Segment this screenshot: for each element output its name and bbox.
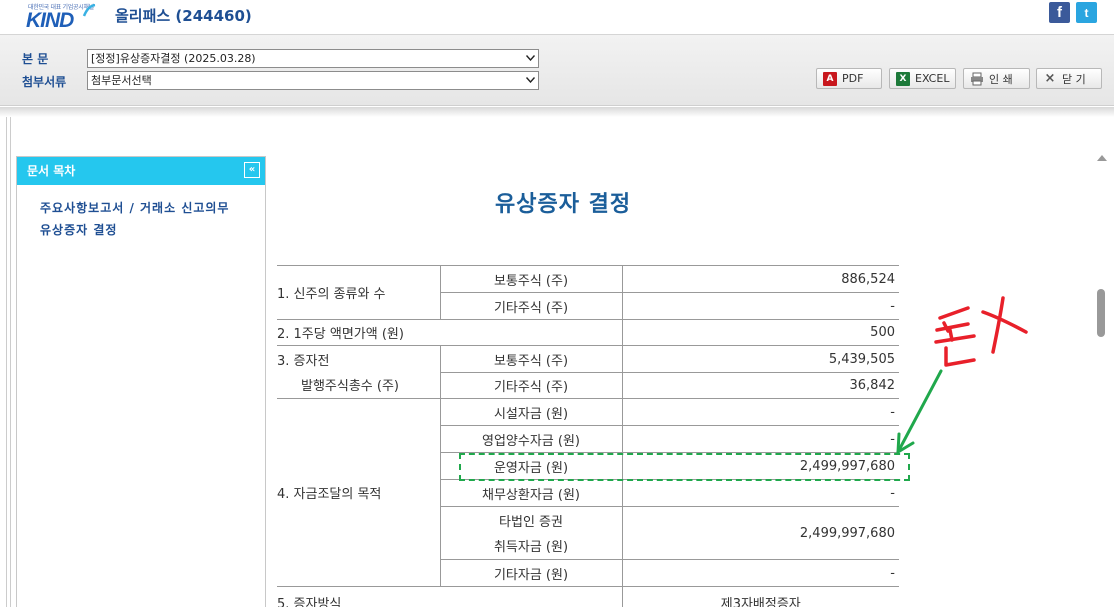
document-title: 유상증자 결정 [495,192,632,217]
chevron-down-icon [526,55,535,61]
row-sublabel: 영업양수자금 (원) [439,425,623,453]
viewer-window: { "header": { "logo_tagline": "대한민국 대표 기… [0,0,1114,607]
disclosure-table: 1. 신주의 종류와 수 보통주식 (주) 886,524 기타주식 (주) -… [277,265,899,607]
row-value: 36,842 [621,372,899,399]
row-value: - [621,425,899,453]
table-row: 2. 1주당 액면가액 (원) 500 [277,319,899,346]
row-label: 2. 1주당 액면가액 (원) [277,319,623,346]
row-value: 제3자배정증자 [621,586,899,607]
row-sublabel: 채무상환자금 (원) [439,479,623,507]
excel-button[interactable]: X EXCEL [889,68,956,89]
divider-shadow [0,107,1114,117]
row-value: - [621,398,899,426]
row-value: - [621,292,899,320]
main-label: 본 문 [22,52,49,66]
arrow-icon [896,369,943,454]
row-label: 4. 자금조달의 목적 [277,398,441,587]
attachment-select[interactable]: 첨부문서선택 [87,71,539,90]
toc-panel: 문서 목차 « 주요사항보고서 / 거래소 신고의무 유상증자 결정 [16,156,266,607]
kind-logo[interactable]: 대한민국 대표 기업공시채널 KIND [26,2,96,32]
row-sublabel-line: 취득자금 (원) [493,540,569,555]
print-icon [971,72,983,85]
scroll-thumb[interactable] [1097,289,1105,337]
row-value: 886,524 [621,265,899,293]
pdf-icon: A [823,71,837,86]
table-row: 4. 자금조달의 목적 시설자금 (원) - [277,398,899,587]
row-label: 3. 증자전 발행주식총수 (주) [277,345,441,399]
row-label-line: 발행주식총수 (주) [301,379,399,394]
excel-icon: X [896,71,910,86]
chevron-down-icon [526,77,535,83]
main-select-value: [정정]유상증자결정 (2025.03.28) [91,52,256,65]
row-sublabel-line: 타법인 증권 [499,515,563,530]
toc-title: 문서 목차 [27,164,76,178]
print-button[interactable]: 인 쇄 [963,68,1030,89]
close-button-label: 닫 기 [1062,72,1086,86]
facebook-icon[interactable]: f [1049,2,1070,23]
table-row: 1. 신주의 종류와 수 보통주식 (주) 886,524 [277,265,899,320]
row-sublabel: 기타자금 (원) [439,559,623,587]
row-value: - [621,479,899,507]
row-label-line: 3. 증자전 [277,354,330,369]
logo-swoosh-icon [82,4,96,17]
row-value: 500 [621,319,899,346]
close-button[interactable]: × 닫 기 [1036,68,1102,89]
row-value: - [621,559,899,587]
row-label: 5. 증자방식 [277,586,623,607]
close-icon: × [1044,71,1056,86]
table-row: 5. 증자방식 제3자배정증자 [277,586,899,607]
row-sublabel: 타법인 증권 취득자금 (원) [439,506,623,560]
row-sublabel: 보통주식 (주) [439,345,623,373]
row-value: 5,439,505 [621,345,899,373]
toc-item-rights-offering[interactable]: 유상증자 결정 [40,221,117,238]
row-sublabel: 시설자금 (원) [439,398,623,426]
print-button-label: 인 쇄 [989,72,1013,86]
attach-select-value: 첨부문서선택 [91,74,152,87]
main-document-select[interactable]: [정정]유상증자결정 (2025.03.28) [87,49,539,68]
highlight-box [459,453,910,481]
row-value: 2,499,997,680 [621,506,899,560]
document-controls: 본 문 [정정]유상증자결정 (2025.03.28) 첨부서류 첨부문서선택 … [0,34,1114,106]
scroll-up-icon[interactable] [1097,155,1107,161]
excel-button-label: EXCEL [915,72,950,85]
toc-item-report[interactable]: 주요사항보고서 / 거래소 신고의무 [40,199,229,216]
logo-text: KIND [26,9,74,32]
top-bar: 대한민국 대표 기업공시채널 KIND 올리패스 (244460) f t [0,0,1114,34]
row-sublabel: 기타주식 (주) [439,292,623,320]
attach-label: 첨부서류 [22,75,67,89]
row-label: 1. 신주의 종류와 수 [277,265,441,320]
collapse-icon[interactable]: « [244,162,260,178]
pdf-button[interactable]: A PDF [816,68,882,89]
left-scrollbar[interactable] [6,117,11,607]
table-row: 3. 증자전 발행주식총수 (주) 보통주식 (주) 5,439,505 [277,345,899,399]
handwritten-note: 돈X [934,296,1028,367]
row-sublabel: 보통주식 (주) [439,265,623,293]
pdf-button-label: PDF [842,72,864,85]
twitter-icon[interactable]: t [1076,2,1097,23]
company-title: 올리패스 (244460) [115,7,252,25]
row-sublabel: 기타주식 (주) [439,372,623,399]
toc-header: 문서 목차 « [17,157,265,185]
right-scrollbar[interactable] [1094,152,1114,607]
